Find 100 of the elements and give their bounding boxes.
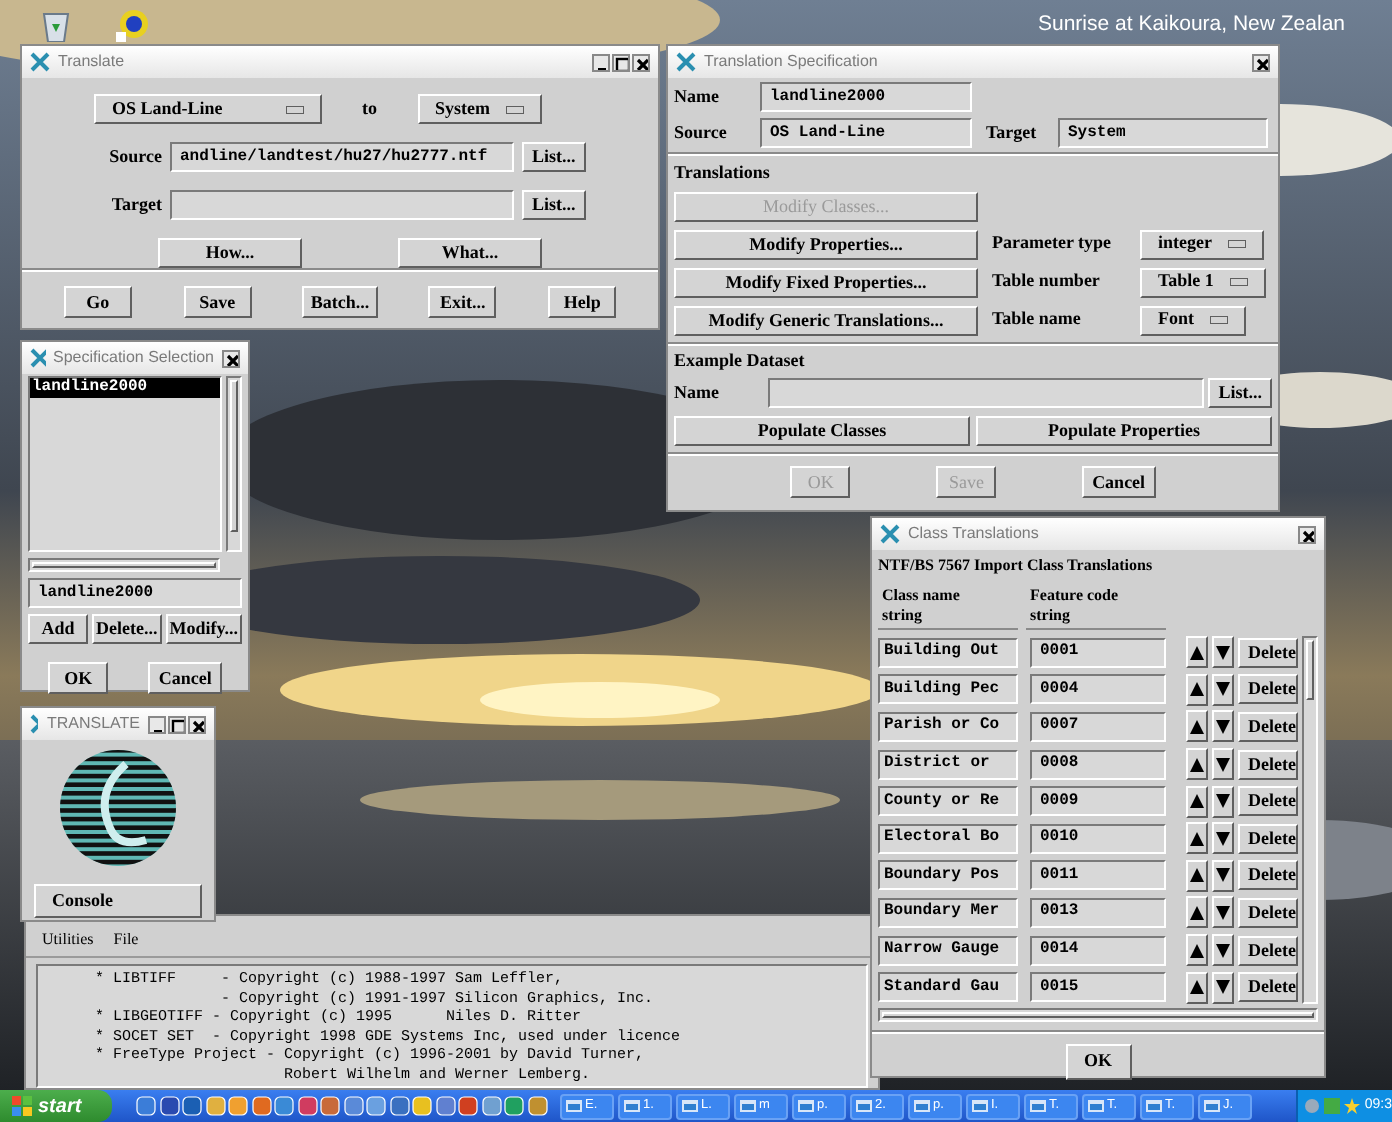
move-down-button[interactable]	[1212, 785, 1234, 818]
option-menu[interactable]: integer	[1140, 229, 1264, 259]
move-up-button[interactable]	[1186, 673, 1208, 706]
close-icon[interactable]	[188, 715, 206, 733]
action-button[interactable]: Modify...	[165, 614, 242, 644]
option-menu[interactable]: Font	[1140, 305, 1246, 335]
text-field[interactable]: Parish or Co	[878, 711, 1018, 742]
delete-button[interactable]: Delete	[1238, 637, 1298, 668]
action-button[interactable]: Help	[548, 286, 617, 318]
delete-button[interactable]: Delete	[1238, 972, 1298, 1003]
move-down-button[interactable]	[1212, 636, 1234, 669]
text-field[interactable]: Narrow Gauge	[878, 935, 1018, 966]
menu-item[interactable]: Utilities	[42, 928, 94, 952]
list-button[interactable]: List...	[522, 142, 586, 172]
delete-button[interactable]: Delete	[1238, 674, 1298, 705]
action-button[interactable]: Delete...	[92, 614, 162, 644]
populate-button[interactable]: Populate Properties	[976, 416, 1272, 446]
list-button[interactable]: List...	[1208, 378, 1272, 408]
move-down-button[interactable]	[1212, 748, 1234, 781]
recycle-bin-icon[interactable]	[40, 8, 72, 42]
text-field[interactable]: Building Out	[878, 637, 1018, 668]
console-button[interactable]: Console	[34, 884, 202, 918]
text-field[interactable]	[170, 190, 514, 220]
text-field[interactable]: 0010	[1030, 823, 1166, 854]
modify-button[interactable]: Modify Fixed Properties...	[674, 267, 978, 297]
delete-button[interactable]: Delete	[1238, 749, 1298, 780]
move-up-button[interactable]	[1186, 859, 1208, 892]
action-button[interactable]: How...	[158, 238, 302, 268]
action-button[interactable]: What...	[398, 238, 542, 268]
delete-button[interactable]: Delete	[1238, 935, 1298, 966]
text-field[interactable]: System	[1058, 118, 1268, 148]
text-field[interactable]: 0014	[1030, 935, 1166, 966]
move-up-button[interactable]	[1186, 971, 1208, 1004]
dialog-button[interactable]: OK	[48, 662, 109, 694]
text-field[interactable]: 0007	[1030, 711, 1166, 742]
option-menu[interactable]: System	[417, 94, 542, 124]
list-button[interactable]: List...	[522, 190, 586, 220]
text-field[interactable]: Electoral Bo	[878, 823, 1018, 854]
scrollbar[interactable]	[1302, 636, 1318, 1004]
move-down-button[interactable]	[1212, 934, 1234, 967]
close-icon[interactable]	[1298, 525, 1316, 543]
text-field[interactable]: 0001	[1030, 637, 1166, 668]
move-up-button[interactable]	[1186, 748, 1208, 781]
modify-button[interactable]: Modify Properties...	[674, 229, 978, 259]
star-icon[interactable]	[1344, 1098, 1361, 1114]
action-button[interactable]: Save	[183, 286, 252, 318]
delete-button[interactable]: Delete	[1238, 711, 1298, 742]
text-field[interactable]: landline2000	[28, 578, 242, 608]
text-field[interactable]: Standard Gau	[878, 972, 1018, 1003]
text-field[interactable]: 0004	[1030, 674, 1166, 705]
move-down-button[interactable]	[1212, 710, 1234, 743]
text-field[interactable]: 0013	[1030, 897, 1166, 928]
ok-button[interactable]: OK	[1065, 1043, 1131, 1080]
text-field[interactable]: Boundary Pos	[878, 860, 1018, 891]
option-menu[interactable]: OS Land-Line	[94, 94, 322, 124]
menu-item[interactable]: File	[113, 928, 139, 952]
action-button[interactable]: Exit...	[428, 286, 497, 318]
start-button[interactable]: start	[0, 1090, 112, 1122]
text-field[interactable]: County or Re	[878, 786, 1018, 817]
text-field[interactable]: District or	[878, 749, 1018, 780]
text-field[interactable]: landline2000	[760, 82, 972, 112]
move-down-button[interactable]	[1212, 673, 1234, 706]
populate-button[interactable]: Populate Classes	[674, 416, 970, 446]
move-up-button[interactable]	[1186, 636, 1208, 669]
scrollbar[interactable]	[226, 376, 242, 552]
scrollbar[interactable]	[28, 558, 220, 572]
move-up-button[interactable]	[1186, 710, 1208, 743]
move-up-button[interactable]	[1186, 934, 1208, 967]
minimize-icon[interactable]	[592, 53, 610, 71]
text-field[interactable]: 0011	[1030, 860, 1166, 891]
move-up-button[interactable]	[1186, 896, 1208, 929]
move-up-button[interactable]	[1186, 785, 1208, 818]
dialog-button[interactable]: Cancel	[148, 662, 222, 694]
close-icon[interactable]	[1252, 53, 1270, 71]
move-down-button[interactable]	[1212, 859, 1234, 892]
action-button[interactable]: Batch...	[302, 286, 378, 318]
move-down-button[interactable]	[1212, 896, 1234, 929]
shortcut-icon[interactable]	[114, 8, 150, 44]
text-field[interactable]: Boundary Mer	[878, 897, 1018, 928]
minimize-icon[interactable]	[148, 715, 166, 733]
scrollbar[interactable]	[878, 1007, 1318, 1022]
text-field[interactable]: 0009	[1030, 786, 1166, 817]
modify-button[interactable]: Modify Generic Translations...	[674, 305, 978, 335]
action-button[interactable]: Add	[28, 614, 88, 644]
move-up-button[interactable]	[1186, 822, 1208, 855]
text-field[interactable]	[768, 378, 1205, 408]
text-field[interactable]: 0015	[1030, 972, 1166, 1003]
close-icon[interactable]	[222, 349, 240, 367]
text-field[interactable]: andline/landtest/hu27/hu2777.ntf	[170, 142, 514, 172]
delete-button[interactable]: Delete	[1238, 823, 1298, 854]
maximize-icon[interactable]	[168, 715, 186, 733]
delete-button[interactable]: Delete	[1238, 786, 1298, 817]
text-field[interactable]: Building Pec	[878, 674, 1018, 705]
move-down-button[interactable]	[1212, 822, 1234, 855]
dialog-button[interactable]: Cancel	[1082, 466, 1156, 498]
option-menu[interactable]: Table 1	[1140, 267, 1266, 297]
close-icon[interactable]	[632, 53, 650, 71]
text-field[interactable]: 0008	[1030, 749, 1166, 780]
delete-button[interactable]: Delete	[1238, 897, 1298, 928]
action-button[interactable]: Go	[63, 286, 132, 318]
